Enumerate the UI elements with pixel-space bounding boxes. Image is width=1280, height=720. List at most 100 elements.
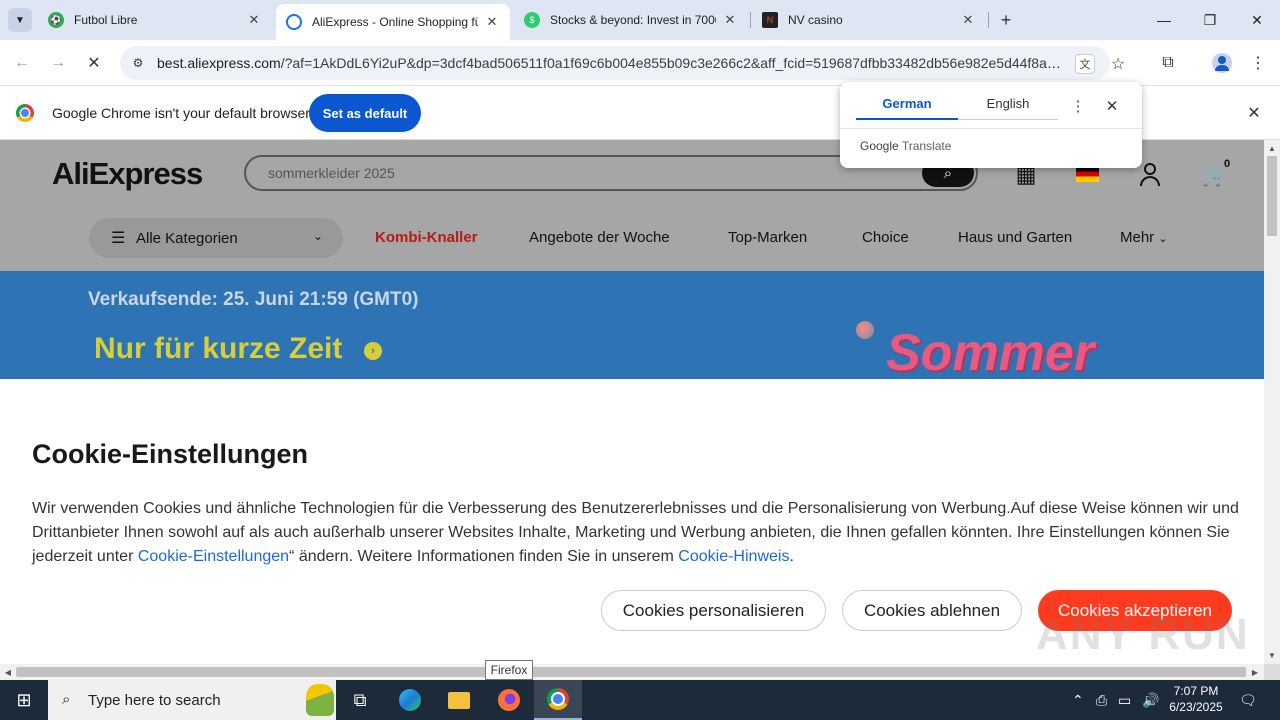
close-icon[interactable]: ✕ <box>1244 103 1264 123</box>
tab-title: Stocks & beyond: Invest in 7000 <box>550 13 716 27</box>
vertical-scrollbar[interactable]: ▲ ▼ <box>1264 140 1280 664</box>
scrollbar-corner <box>1264 664 1280 680</box>
more-options-icon[interactable]: ⋮ <box>1068 96 1088 116</box>
sale-end-text: Verkaufsende: 25. Juni 21:59 (GMT0) <box>88 289 419 310</box>
promo-banner[interactable]: Verkaufsende: 25. Juni 21:59 (GMT0) Nur … <box>0 271 1264 379</box>
task-view-icon: ⧉ <box>353 689 367 710</box>
close-icon[interactable]: ✕ <box>246 12 262 28</box>
limited-time-text: Nur für kurze Zeit <box>94 332 343 365</box>
horizontal-scrollbar[interactable]: ◀ ▶ <box>0 664 1264 680</box>
tab-separator <box>750 12 751 28</box>
task-view-button[interactable]: ⧉ <box>336 680 384 720</box>
categories-label: Alle Kategorien <box>136 229 238 247</box>
edge-taskbar-button[interactable] <box>386 680 434 720</box>
aliexpress-tab-icon <box>286 14 302 30</box>
tab-futbol-libre[interactable]: ⚽ Futbol Libre ✕ <box>38 4 272 36</box>
profile-icon[interactable] <box>1210 51 1234 75</box>
scroll-right-icon[interactable]: ▶ <box>1248 664 1262 680</box>
tab-aliexpress[interactable]: AliExpress - Online Shopping fü ✕ <box>276 4 510 40</box>
start-button[interactable]: ⊞ <box>0 680 48 720</box>
nav-top-marken[interactable]: Top-Marken <box>728 229 807 246</box>
nav-mehr[interactable]: Mehr ⌄ <box>1120 229 1168 246</box>
tab-strip: ▼ ⚽ Futbol Libre ✕ AliExpress - Online S… <box>0 0 1280 40</box>
close-window-button[interactable]: ✕ <box>1245 8 1269 32</box>
close-icon[interactable]: ✕ <box>1102 96 1122 116</box>
file-explorer-taskbar-button[interactable] <box>435 680 483 720</box>
translate-icon[interactable]: 文 <box>1075 54 1095 74</box>
tab-title: AliExpress - Online Shopping fü <box>312 15 478 29</box>
restore-icon: ❐ <box>1203 11 1217 28</box>
back-button[interactable]: ← <box>10 51 34 75</box>
scroll-left-icon[interactable]: ◀ <box>1 664 15 680</box>
scroll-down-icon[interactable]: ▼ <box>1264 648 1280 662</box>
restore-button[interactable]: ❐ <box>1198 8 1222 32</box>
arrow-left-icon: ← <box>14 54 30 71</box>
more-menu-icon[interactable]: ⋮ <box>1246 51 1270 75</box>
close-icon[interactable]: ✕ <box>722 12 738 28</box>
cookie-text: Wir verwenden Cookies und ähnliche Techn… <box>32 500 1239 565</box>
chevron-up-icon[interactable]: ⌃ <box>1072 692 1084 709</box>
network-drive-icon[interactable]: ⎙ <box>1096 692 1107 709</box>
translate-source-tab[interactable]: German <box>856 96 958 120</box>
plus-icon: + <box>1000 9 1012 30</box>
flowers-decoration-icon <box>306 684 334 716</box>
close-icon[interactable]: ✕ <box>484 14 500 30</box>
infobar-message: Google Chrome isn't your default browser <box>52 105 310 121</box>
tab-divider <box>958 119 1058 120</box>
new-tab-button[interactable]: + <box>996 10 1016 30</box>
cookie-notice-link[interactable]: Cookie-Hinweis <box>678 548 789 565</box>
set-as-default-button[interactable]: Set as default <box>309 94 421 132</box>
firefox-icon <box>498 689 520 711</box>
german-flag-icon[interactable] <box>1076 166 1099 182</box>
nav-choice[interactable]: Choice <box>862 229 909 246</box>
ball-decoration <box>856 321 874 339</box>
notification-icon[interactable]: 🗨 <box>1238 690 1258 710</box>
scroll-thumb[interactable] <box>16 667 1246 677</box>
taskbar-clock[interactable]: 7:07 PM 6/23/2025 <box>1164 683 1228 715</box>
nav-haus-und-garten[interactable]: Haus und Garten <box>958 229 1072 246</box>
chevron-down-icon: ⌄ <box>1158 233 1168 245</box>
url-text[interactable]: best.aliexpress.com/?af=1AkDdL6Yi2uP&dp=… <box>157 55 1067 71</box>
star-icon[interactable]: ☆ <box>1108 54 1128 74</box>
translate-divider <box>840 128 1142 129</box>
tab-title: Futbol Libre <box>74 13 138 27</box>
close-icon[interactable]: ✕ <box>960 12 976 28</box>
menu-icon: ☰ <box>111 230 126 247</box>
tab-search-button[interactable]: ▼ <box>8 8 32 32</box>
cookie-settings-link[interactable]: Cookie-Einstellungen <box>138 548 289 565</box>
scroll-up-icon[interactable]: ▲ <box>1264 141 1280 155</box>
extensions-icon[interactable]: ⧉ <box>1156 51 1180 75</box>
personalize-cookies-button[interactable]: Cookies personalisieren <box>601 590 826 631</box>
close-icon: ✕ <box>1251 11 1263 28</box>
cart-count: 0 <box>1224 158 1231 170</box>
stop-button[interactable]: ✕ <box>82 51 106 75</box>
aliexpress-logo[interactable]: AliExpress <box>52 156 203 192</box>
minimize-button[interactable]: — <box>1152 8 1176 32</box>
all-categories-button[interactable]: ☰ Alle Kategorien ⌄ <box>89 218 343 258</box>
taskbar-search[interactable]: ⌕ Type here to search <box>48 680 336 720</box>
volume-icon[interactable]: 🔊 <box>1142 692 1159 709</box>
translate-target-tab[interactable]: English <box>958 96 1058 120</box>
nav-kombi-knaller[interactable]: Kombi-Knaller <box>375 229 478 246</box>
firefox-tooltip: Firefox <box>485 660 533 680</box>
close-icon: ✕ <box>87 55 101 72</box>
reject-cookies-button[interactable]: Cookies ablehnen <box>842 590 1022 631</box>
tab-title: NV casino <box>788 13 843 27</box>
arrow-right-icon[interactable]: › <box>364 342 382 360</box>
scroll-thumb[interactable] <box>1267 156 1277 236</box>
forward-button[interactable]: → <box>46 51 70 75</box>
tab-nv-casino[interactable]: N NV casino ✕ <box>752 4 986 36</box>
chrome-taskbar-button[interactable] <box>534 680 582 720</box>
nav-angebote-der-woche[interactable]: Angebote der Woche <box>529 229 670 246</box>
address-bar[interactable]: ⚙ best.aliexpress.com/?af=1AkDdL6Yi2uP&d… <box>120 46 1125 80</box>
translate-popup: German English ⋮ ✕ Google Translate <box>840 82 1142 168</box>
windows-taskbar: ⊞ ⌕ Type here to search ⧉ ⌃ ⎙ ▭ 🔊 7:07 P… <box>0 680 1280 720</box>
network-icon[interactable]: ▭ <box>1118 692 1131 709</box>
tab-stocks[interactable]: $ Stocks & beyond: Invest in 7000 ✕ <box>514 4 748 36</box>
firefox-taskbar-button[interactable] <box>485 680 533 720</box>
arrow-right-icon: → <box>50 54 66 71</box>
site-settings-icon[interactable]: ⚙ <box>130 55 146 71</box>
windows-icon: ⊞ <box>16 689 32 710</box>
sommer-banner-text: Sommer <box>886 324 1095 379</box>
search-input[interactable]: sommerkleider 2025 <box>268 165 395 181</box>
